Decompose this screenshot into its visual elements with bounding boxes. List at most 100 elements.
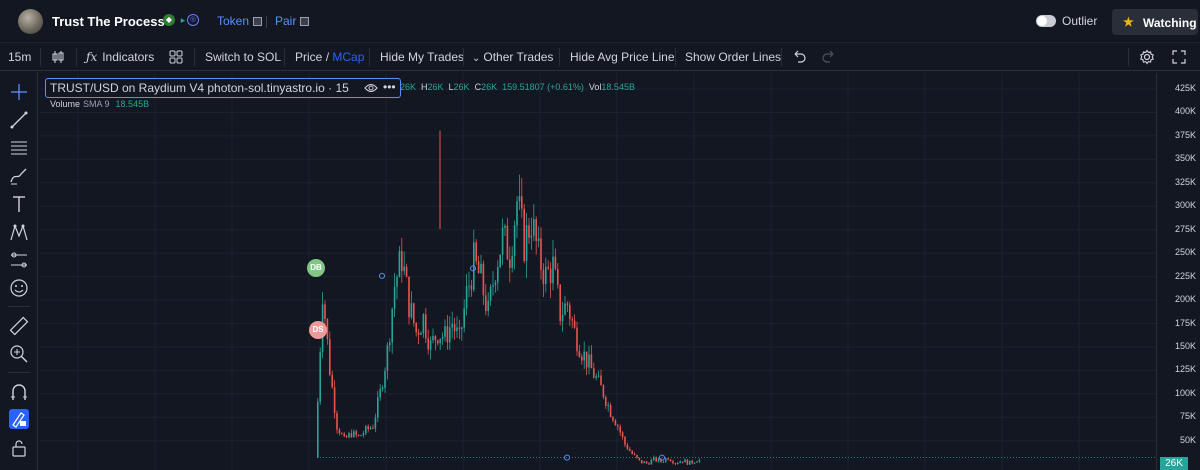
candle-body (432, 335, 434, 341)
candle-body (545, 266, 547, 284)
chevron-down-icon: ⌄ (472, 53, 481, 64)
switch-sol-button[interactable]: Switch to SOL (205, 50, 281, 64)
candle-body (480, 263, 482, 274)
show-order-lines-button[interactable]: Show Order Lines (685, 50, 781, 64)
candle-body (413, 303, 415, 323)
magnet-icon[interactable] (9, 382, 29, 402)
candle-body (465, 286, 468, 309)
price-chart[interactable] (40, 73, 1156, 470)
price-scale-label: 250K (1174, 247, 1196, 258)
hide-avg-price-button[interactable]: Hide Avg Price Line (570, 50, 675, 64)
undo-icon[interactable] (791, 49, 807, 65)
candle-body (588, 354, 590, 368)
indicators-button[interactable]: ƒx Indicators (86, 50, 154, 64)
pattern-icon[interactable] (9, 222, 29, 242)
candle-body (489, 286, 492, 301)
open-value: 26K (400, 82, 417, 92)
gear-icon[interactable] (1139, 49, 1155, 65)
price-scale-label: 200K (1174, 294, 1196, 305)
trendline-icon[interactable] (9, 110, 29, 130)
candle-body (521, 196, 523, 209)
other-trades-button[interactable]: ⌄ Other Trades (472, 50, 553, 64)
candle-body (475, 242, 477, 262)
price-scale-label: 400K (1174, 106, 1196, 117)
candle-body (662, 461, 665, 463)
price-mcap-toggle[interactable]: Price / MCap (295, 50, 364, 64)
redo-icon[interactable] (821, 49, 837, 65)
pump-icon[interactable]: ◎ (187, 14, 199, 26)
brush-icon[interactable] (9, 166, 29, 186)
candle-body (398, 251, 401, 277)
candle-body (367, 426, 369, 429)
candle-body (372, 427, 374, 429)
candle-body (374, 417, 377, 429)
candle-body (456, 327, 458, 332)
more-icon[interactable]: ••• (383, 80, 396, 94)
candle-body (581, 356, 583, 361)
volume-legend[interactable]: Volume SMA 9 18.545B (50, 99, 149, 109)
candle-body (540, 238, 542, 270)
price-scale[interactable]: 425K 400K 375K 350K 325K 300K 275K 250K 225K 200K… (1156, 73, 1200, 470)
candle-body (595, 376, 597, 378)
candle-body (691, 460, 693, 464)
candle-body (331, 374, 333, 388)
fullscreen-icon[interactable] (1171, 49, 1187, 65)
candle-body (393, 286, 396, 309)
chart-legend-title[interactable]: TRUST/USD on Raydium V4 photon-sol.tinya… (45, 78, 401, 98)
eye-icon[interactable] (364, 82, 378, 94)
forecast-icon[interactable] (9, 250, 29, 270)
candle-body (636, 454, 638, 458)
candle-body (583, 351, 585, 361)
layout-icon[interactable] (168, 49, 184, 65)
dev-buy-marker[interactable]: DB (307, 259, 325, 277)
lock-icon[interactable] (9, 438, 29, 458)
candle-body (573, 320, 576, 328)
copy-icon[interactable]: ◆ (163, 14, 175, 26)
price-scale-label: 75K (1179, 411, 1196, 422)
candle-body (408, 276, 410, 318)
high-label: H (421, 82, 428, 92)
zoom-icon[interactable] (9, 344, 29, 364)
candle-body (576, 327, 578, 352)
candle-body (549, 268, 552, 284)
lock-drawing-icon[interactable] (9, 409, 29, 429)
candlestick-plot[interactable] (40, 73, 1156, 470)
hide-my-trades-button[interactable]: Hide My Trades (380, 50, 464, 64)
candle-body (564, 303, 566, 315)
pair-link[interactable]: Pair (275, 14, 310, 28)
candle-body (513, 225, 516, 257)
price-scale-label: 50K (1179, 434, 1196, 445)
emoji-icon[interactable] (9, 278, 29, 298)
candle-body (501, 227, 504, 255)
candle-body (559, 284, 561, 322)
other-trades-label: Other Trades (483, 50, 554, 64)
watching-button[interactable]: ★ Watching (1112, 9, 1198, 35)
candle-body (535, 219, 537, 241)
candle-body (497, 267, 499, 283)
candles-icon[interactable] (50, 49, 66, 65)
ohlc-readout: 26K H26K L26K C26K 159.51807 (+0.61%) Vol18.5… (400, 82, 640, 92)
candle-body (619, 426, 621, 433)
fx-icon: ƒx (86, 50, 98, 64)
candle-body (384, 370, 386, 388)
candle-body (415, 322, 417, 333)
text-icon[interactable] (9, 194, 29, 214)
ruler-icon[interactable] (9, 316, 29, 336)
candle-body (617, 425, 619, 427)
candle-body (506, 225, 509, 260)
candle-body (528, 225, 530, 238)
candle-body (468, 285, 470, 287)
candle-body (341, 433, 343, 435)
candle-body (417, 332, 420, 335)
volume-value: 18.545B (115, 99, 150, 109)
price-scale-label: 100K (1174, 387, 1196, 398)
fib-icon[interactable] (9, 138, 29, 158)
outlier-toggle[interactable] (1036, 15, 1056, 27)
candle-body (348, 433, 350, 438)
crosshair-icon[interactable] (9, 82, 29, 102)
dev-sell-marker[interactable]: DS (309, 321, 327, 339)
token-link[interactable]: Token (217, 14, 263, 28)
candle-body (319, 352, 321, 402)
candle-body (369, 427, 372, 429)
interval-button[interactable]: 15m (8, 50, 31, 64)
